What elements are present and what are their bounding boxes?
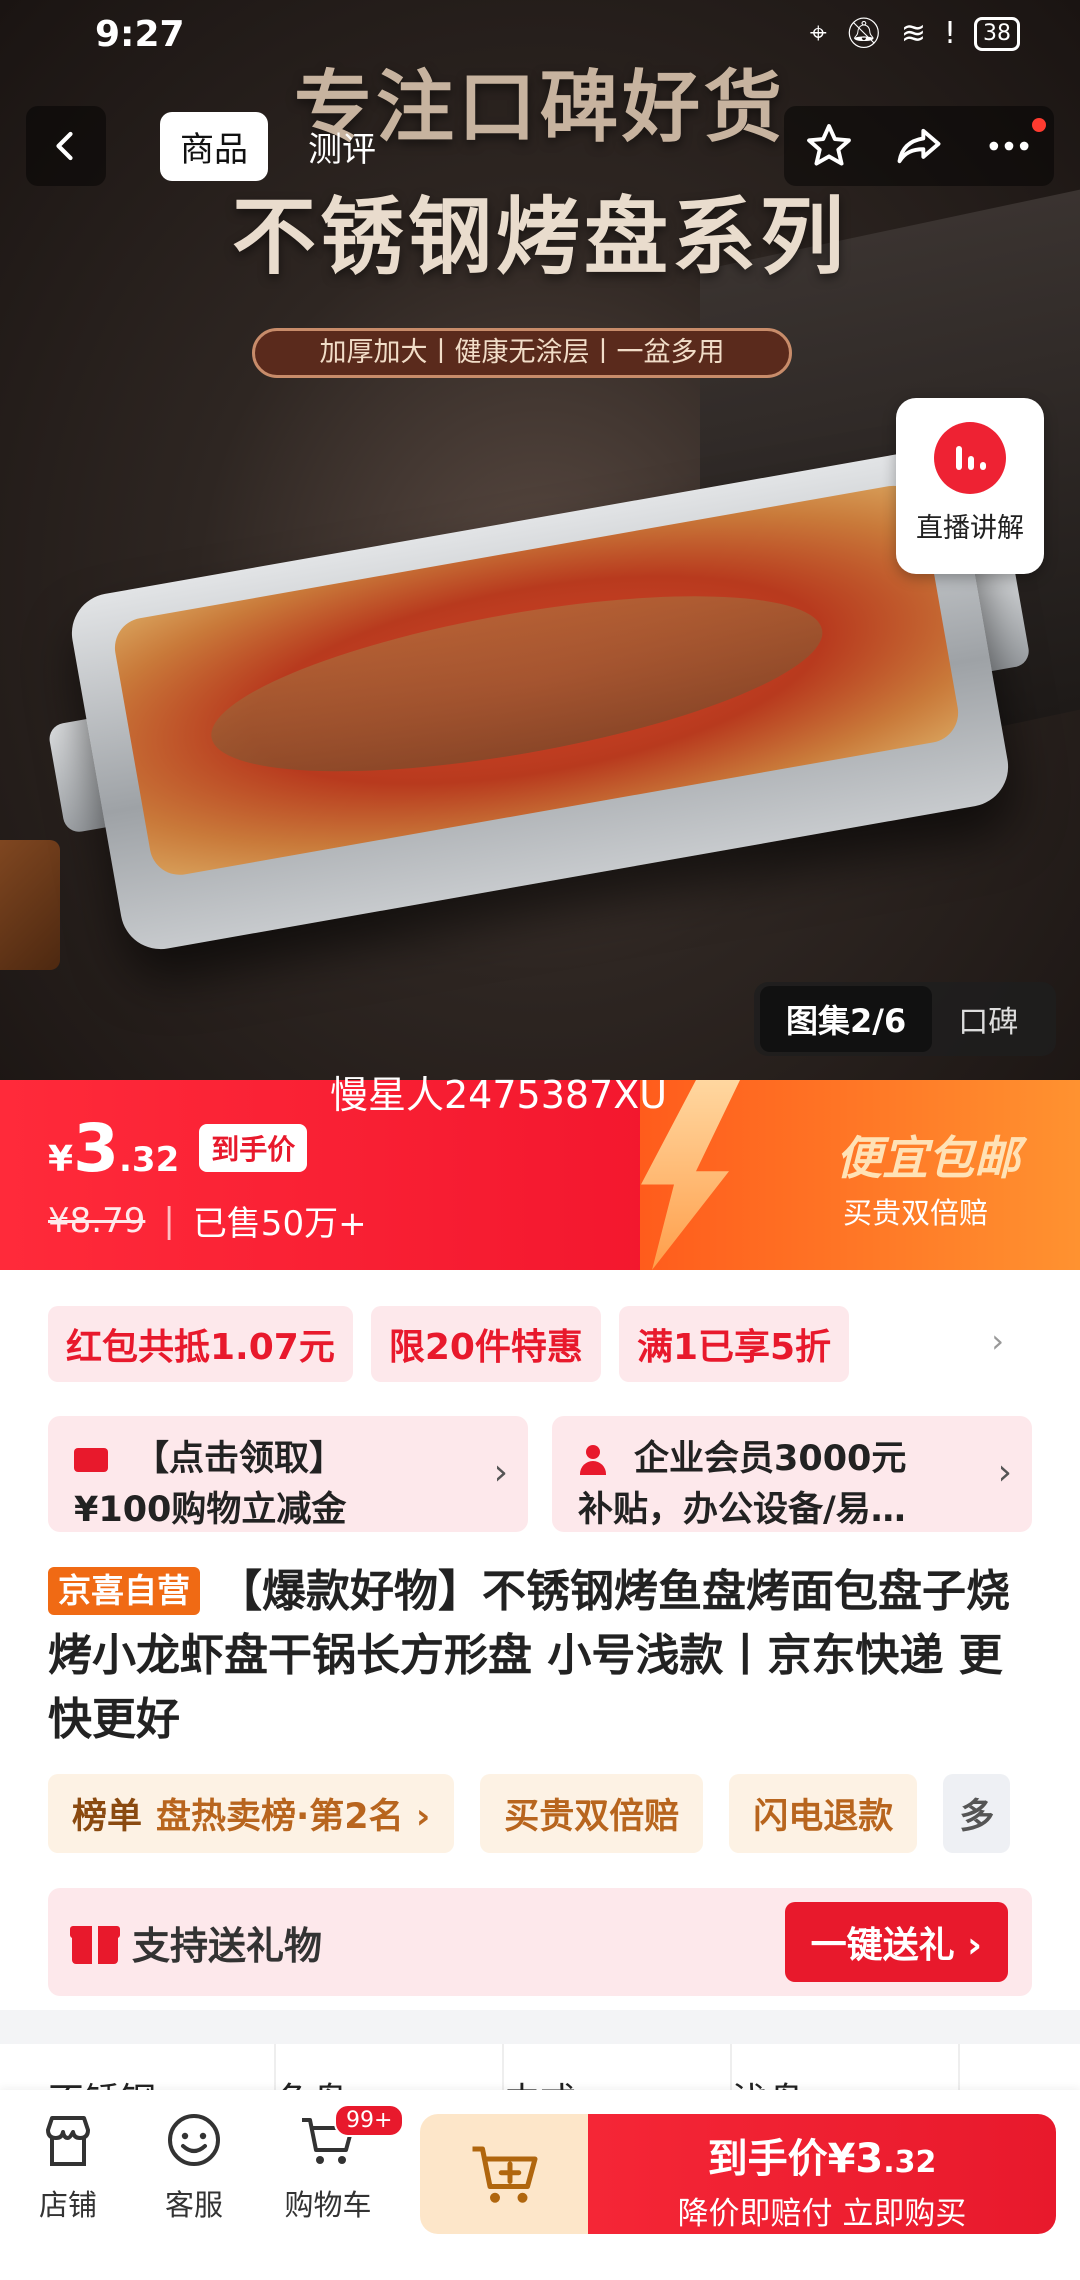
coupon-item[interactable]: 红包共抵1.07元 (48, 1306, 353, 1382)
store-icon (46, 2116, 90, 2166)
add-cart-icon (472, 2146, 538, 2203)
price-decimal: .32 (119, 1140, 180, 1180)
price-integer: 3 (73, 1110, 119, 1187)
promo-subtitle: 买贵双倍赔 (842, 1196, 988, 1230)
chevron-right-icon: › (997, 1452, 1012, 1493)
original-price-row: ¥8.79 | 已售50万+ (48, 1196, 367, 1245)
smiley-icon (168, 2114, 220, 2166)
price: ¥ 3 .32 到手价 (48, 1110, 308, 1187)
service-tag[interactable]: 多 (943, 1774, 1011, 1853)
product-title: 京喜自营 【爆款好物】不锈钢烤鱼盘烤面包盘子烧烤小龙虾盘干锅长方形盘 小号浅款丨京… (48, 1560, 1038, 1752)
rank-label: 榜单 (72, 1797, 143, 1837)
divider: | (163, 1200, 175, 1241)
live-icon (934, 422, 1006, 494)
status-time: 9:27 (95, 14, 185, 55)
status-icons: ⌖ 🔕︎ ≋ ! 38 (810, 16, 1020, 51)
send-gift-button[interactable]: 一键送礼 › (784, 1902, 1008, 1982)
cart-label: 购物车 (284, 2188, 372, 2222)
reputation-tab[interactable]: 口碑 (958, 997, 1018, 1041)
benefit-line1: 企业会员3000元 (634, 1439, 907, 1479)
self-operated-badge: 京喜自营 (48, 1567, 200, 1615)
benefit-line2: 补贴，办公设备/易… (578, 1490, 906, 1530)
alert-icon: ! (943, 16, 956, 51)
user-icon (578, 1445, 608, 1475)
cart-count-badge: 99+ (334, 2104, 405, 2137)
wifi-icon: ≋ (900, 16, 926, 51)
tab-review[interactable]: 测评 (288, 112, 396, 181)
coupon-item[interactable]: 满1已享5折 (618, 1306, 850, 1382)
product-info-card: 红包共抵1.07元 限20件特惠 满1已享5折 › 【点击领取】 ¥100购物立… (0, 1270, 1080, 2010)
final-price-tag: 到手价 (199, 1124, 308, 1172)
coupon-row: 红包共抵1.07元 限20件特惠 满1已享5折 (48, 1306, 850, 1382)
cutting-board (0, 840, 60, 970)
gallery-switcher: 图集2/6 口碑 (754, 982, 1056, 1056)
store-label: 店铺 (38, 2188, 97, 2222)
chevron-left-icon (56, 131, 73, 161)
tag-row: 榜单 盘热卖榜·第2名 › 买贵双倍赔 闪电退款 多 (48, 1774, 1011, 1853)
service-tag[interactable]: 买贵双倍赔 (480, 1774, 704, 1853)
top-tabs: 商品 测评 (160, 108, 396, 184)
gift-icon (70, 1920, 120, 1964)
sold-count: 已售50万+ (192, 1204, 367, 1244)
buy-subtitle: 降价即赔付 立即购买 (677, 2196, 967, 2232)
location-icon: ⌖ (809, 16, 827, 51)
buy-price-decimal: .32 (883, 2145, 937, 2180)
section-divider (0, 2010, 1080, 2044)
bottom-action-bar: 店铺 客服 99+ 购物车 到手价¥3.32 降价即赔付 立即购买 (0, 2090, 1080, 2280)
rank-tag[interactable]: 榜单 盘热卖榜·第2名 › (48, 1774, 455, 1853)
mute-icon: 🔕︎ (844, 16, 883, 51)
benefit-row: 【点击领取】 ¥100购物立减金 › 企业会员3000元 补贴，办公设备/易… … (48, 1416, 1032, 1532)
original-price: ¥8.79 (48, 1200, 146, 1241)
gallery-tab[interactable]: 图集2/6 (760, 986, 933, 1052)
service-label: 客服 (164, 2188, 223, 2222)
benefit-line1: 【点击领取】 (134, 1439, 345, 1479)
more-icon[interactable] (983, 120, 1035, 172)
top-action-group (784, 106, 1054, 186)
chevron-right-icon: › (493, 1452, 508, 1493)
back-button[interactable] (26, 106, 106, 186)
hero-tagline: 加厚加大丨健康无涂层丨一盆多用 (252, 328, 792, 378)
notification-dot (1032, 118, 1046, 132)
rank-value: 盘热卖榜·第2名 › (156, 1797, 431, 1837)
customer-service-button[interactable]: 客服 (134, 2112, 254, 2224)
gift-text: 支持送礼物 (132, 1923, 323, 1968)
live-explain-button[interactable]: 直播讲解 (896, 398, 1044, 574)
share-icon[interactable] (893, 120, 945, 172)
hero-headline-2: 不锈钢烤盘系列 (231, 188, 848, 286)
live-label: 直播讲解 (916, 513, 1024, 544)
card-icon (74, 1448, 108, 1472)
service-tag[interactable]: 闪电退款 (729, 1774, 918, 1853)
cart-button[interactable]: 99+ 购物车 (268, 2104, 405, 2224)
enterprise-member-card[interactable]: 企业会员3000元 补贴，办公设备/易… › (552, 1416, 1032, 1532)
coupon-item[interactable]: 限20件特惠 (370, 1306, 601, 1382)
watermark-text: 慢星人2475387XU (330, 1073, 668, 1117)
gift-bar: 支持送礼物 一键送礼 › (48, 1888, 1032, 1996)
battery-icon: 38 (974, 16, 1020, 51)
add-to-cart-button[interactable] (420, 2114, 590, 2234)
buy-now-button[interactable]: 到手价¥3.32 降价即赔付 立即购买 (588, 2114, 1056, 2234)
star-icon[interactable] (803, 120, 855, 172)
home-indicator (0, 2270, 1080, 2280)
store-button[interactable]: 店铺 (8, 2112, 128, 2224)
currency-symbol: ¥ (48, 1139, 74, 1180)
coupon-claim-card[interactable]: 【点击领取】 ¥100购物立减金 › (48, 1416, 528, 1532)
buy-price-label: 到手价¥3 (707, 2136, 884, 2182)
tab-product[interactable]: 商品 (160, 111, 268, 181)
chevron-right-icon[interactable]: › (991, 1322, 1004, 1360)
benefit-line2: ¥100购物立减金 (74, 1490, 347, 1530)
promo-title: 便宜包邮 (836, 1131, 1020, 1185)
